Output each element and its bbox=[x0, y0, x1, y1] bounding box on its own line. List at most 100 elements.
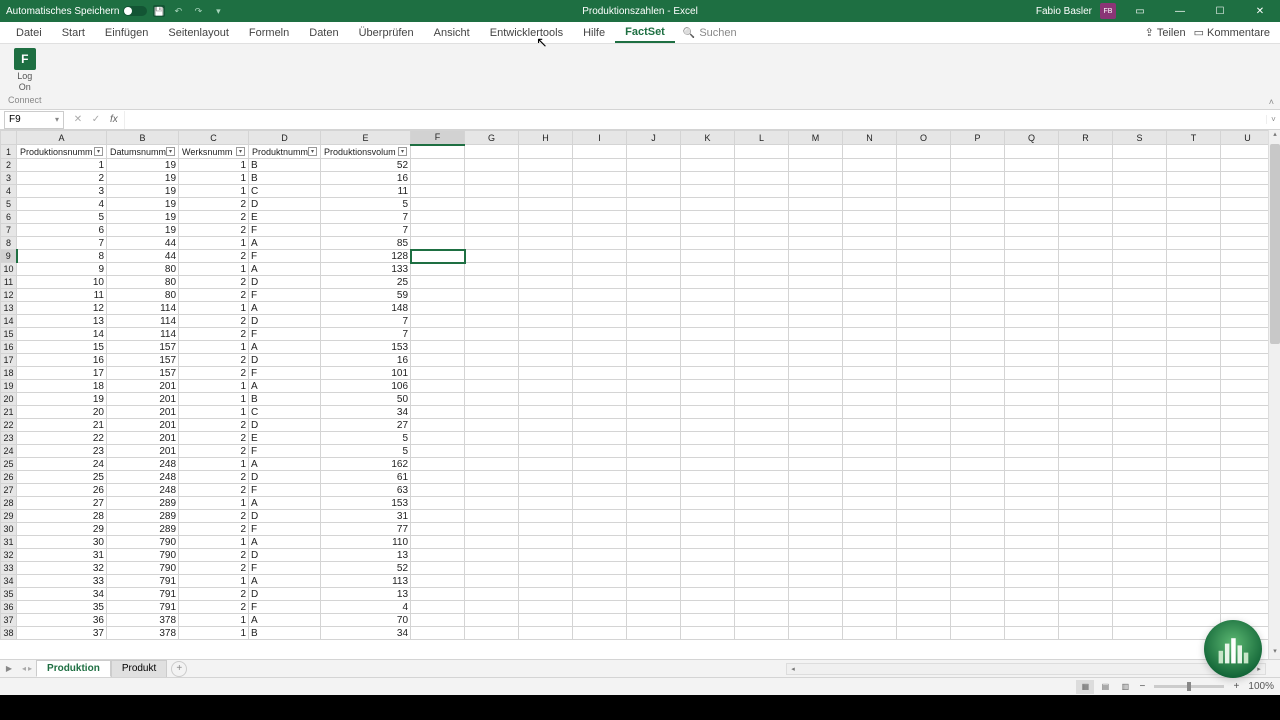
cell-I26[interactable] bbox=[573, 471, 627, 484]
cell-G26[interactable] bbox=[465, 471, 519, 484]
row-header-20[interactable]: 20 bbox=[1, 393, 17, 406]
cell-G9[interactable] bbox=[465, 250, 519, 263]
cell-S26[interactable] bbox=[1113, 471, 1167, 484]
col-header-Q[interactable]: Q bbox=[1005, 131, 1059, 145]
cell-B21[interactable]: 201 bbox=[107, 406, 179, 419]
cell-H7[interactable] bbox=[519, 224, 573, 237]
cell-H29[interactable] bbox=[519, 510, 573, 523]
cell-J27[interactable] bbox=[627, 484, 681, 497]
view-normal-icon[interactable]: ▦ bbox=[1076, 680, 1094, 694]
cell-I31[interactable] bbox=[573, 536, 627, 549]
cell-B29[interactable]: 289 bbox=[107, 510, 179, 523]
cell-S12[interactable] bbox=[1113, 289, 1167, 302]
cell-E2[interactable]: 52 bbox=[321, 159, 411, 172]
cell-L17[interactable] bbox=[735, 354, 789, 367]
cell-N35[interactable] bbox=[843, 588, 897, 601]
col-header-A[interactable]: A bbox=[17, 131, 107, 145]
cell-U10[interactable] bbox=[1221, 263, 1275, 276]
cell-N22[interactable] bbox=[843, 419, 897, 432]
cell-I8[interactable] bbox=[573, 237, 627, 250]
cell-R19[interactable] bbox=[1059, 380, 1113, 393]
row-header-8[interactable]: 8 bbox=[1, 237, 17, 250]
cell-F28[interactable] bbox=[411, 497, 465, 510]
cell-T6[interactable] bbox=[1167, 211, 1221, 224]
cell-S35[interactable] bbox=[1113, 588, 1167, 601]
cell-N4[interactable] bbox=[843, 185, 897, 198]
cell-J11[interactable] bbox=[627, 276, 681, 289]
cell-S27[interactable] bbox=[1113, 484, 1167, 497]
cell-H12[interactable] bbox=[519, 289, 573, 302]
cell-O16[interactable] bbox=[897, 341, 951, 354]
cell-M32[interactable] bbox=[789, 549, 843, 562]
scrollbar-thumb[interactable] bbox=[1270, 144, 1280, 344]
cell-L31[interactable] bbox=[735, 536, 789, 549]
cell-L9[interactable] bbox=[735, 250, 789, 263]
cell-E38[interactable]: 34 bbox=[321, 627, 411, 640]
row-header-5[interactable]: 5 bbox=[1, 198, 17, 211]
minimize-icon[interactable]: — bbox=[1164, 1, 1196, 21]
cell-C7[interactable]: 2 bbox=[179, 224, 249, 237]
cell-D10[interactable]: A bbox=[249, 263, 321, 276]
cell-F19[interactable] bbox=[411, 380, 465, 393]
cell-T4[interactable] bbox=[1167, 185, 1221, 198]
row-header-35[interactable]: 35 bbox=[1, 588, 17, 601]
worksheet-grid[interactable]: ABCDEFGHIJKLMNOPQRSTU1ProduktionsnummDat… bbox=[0, 130, 1280, 659]
cell-O19[interactable] bbox=[897, 380, 951, 393]
cell-U22[interactable] bbox=[1221, 419, 1275, 432]
cell-D16[interactable]: A bbox=[249, 341, 321, 354]
cell-H22[interactable] bbox=[519, 419, 573, 432]
cell-B22[interactable]: 201 bbox=[107, 419, 179, 432]
cell-H16[interactable] bbox=[519, 341, 573, 354]
cell-J12[interactable] bbox=[627, 289, 681, 302]
cell-S38[interactable] bbox=[1113, 627, 1167, 640]
cell-D32[interactable]: D bbox=[249, 549, 321, 562]
cell-R22[interactable] bbox=[1059, 419, 1113, 432]
cell-S30[interactable] bbox=[1113, 523, 1167, 536]
cancel-formula-icon[interactable]: ✕ bbox=[70, 114, 86, 125]
cell-H38[interactable] bbox=[519, 627, 573, 640]
cell-O22[interactable] bbox=[897, 419, 951, 432]
cell-K24[interactable] bbox=[681, 445, 735, 458]
cell-L3[interactable] bbox=[735, 172, 789, 185]
cell-S2[interactable] bbox=[1113, 159, 1167, 172]
cell-R10[interactable] bbox=[1059, 263, 1113, 276]
cell-E36[interactable]: 4 bbox=[321, 601, 411, 614]
cell-K2[interactable] bbox=[681, 159, 735, 172]
cell-G25[interactable] bbox=[465, 458, 519, 471]
cell-Q11[interactable] bbox=[1005, 276, 1059, 289]
cell-R18[interactable] bbox=[1059, 367, 1113, 380]
cell-G15[interactable] bbox=[465, 328, 519, 341]
cell-B36[interactable]: 791 bbox=[107, 601, 179, 614]
cell-B34[interactable]: 791 bbox=[107, 575, 179, 588]
cell-A15[interactable]: 14 bbox=[17, 328, 107, 341]
cell-Q28[interactable] bbox=[1005, 497, 1059, 510]
cell-B2[interactable]: 19 bbox=[107, 159, 179, 172]
cell-K23[interactable] bbox=[681, 432, 735, 445]
cell-L27[interactable] bbox=[735, 484, 789, 497]
cell-P2[interactable] bbox=[951, 159, 1005, 172]
cell-L21[interactable] bbox=[735, 406, 789, 419]
cell-A2[interactable]: 1 bbox=[17, 159, 107, 172]
cell-M11[interactable] bbox=[789, 276, 843, 289]
cell-Q21[interactable] bbox=[1005, 406, 1059, 419]
ribbon-tab-factset[interactable]: FactSet bbox=[615, 22, 675, 43]
cell-E5[interactable]: 5 bbox=[321, 198, 411, 211]
row-header-6[interactable]: 6 bbox=[1, 211, 17, 224]
name-box-dropdown-icon[interactable] bbox=[55, 114, 59, 125]
cell-A36[interactable]: 35 bbox=[17, 601, 107, 614]
cell-B14[interactable]: 114 bbox=[107, 315, 179, 328]
cell-H18[interactable] bbox=[519, 367, 573, 380]
cell-M28[interactable] bbox=[789, 497, 843, 510]
cell-D19[interactable]: A bbox=[249, 380, 321, 393]
cell-T22[interactable] bbox=[1167, 419, 1221, 432]
cell-P28[interactable] bbox=[951, 497, 1005, 510]
row-header-1[interactable]: 1 bbox=[1, 145, 17, 159]
ribbon-tab-entwicklertools[interactable]: Entwicklertools bbox=[480, 22, 573, 43]
cell-F5[interactable] bbox=[411, 198, 465, 211]
cell-T8[interactable] bbox=[1167, 237, 1221, 250]
cell-J19[interactable] bbox=[627, 380, 681, 393]
row-header-12[interactable]: 12 bbox=[1, 289, 17, 302]
cell-P16[interactable] bbox=[951, 341, 1005, 354]
cell-J15[interactable] bbox=[627, 328, 681, 341]
cell-U16[interactable] bbox=[1221, 341, 1275, 354]
